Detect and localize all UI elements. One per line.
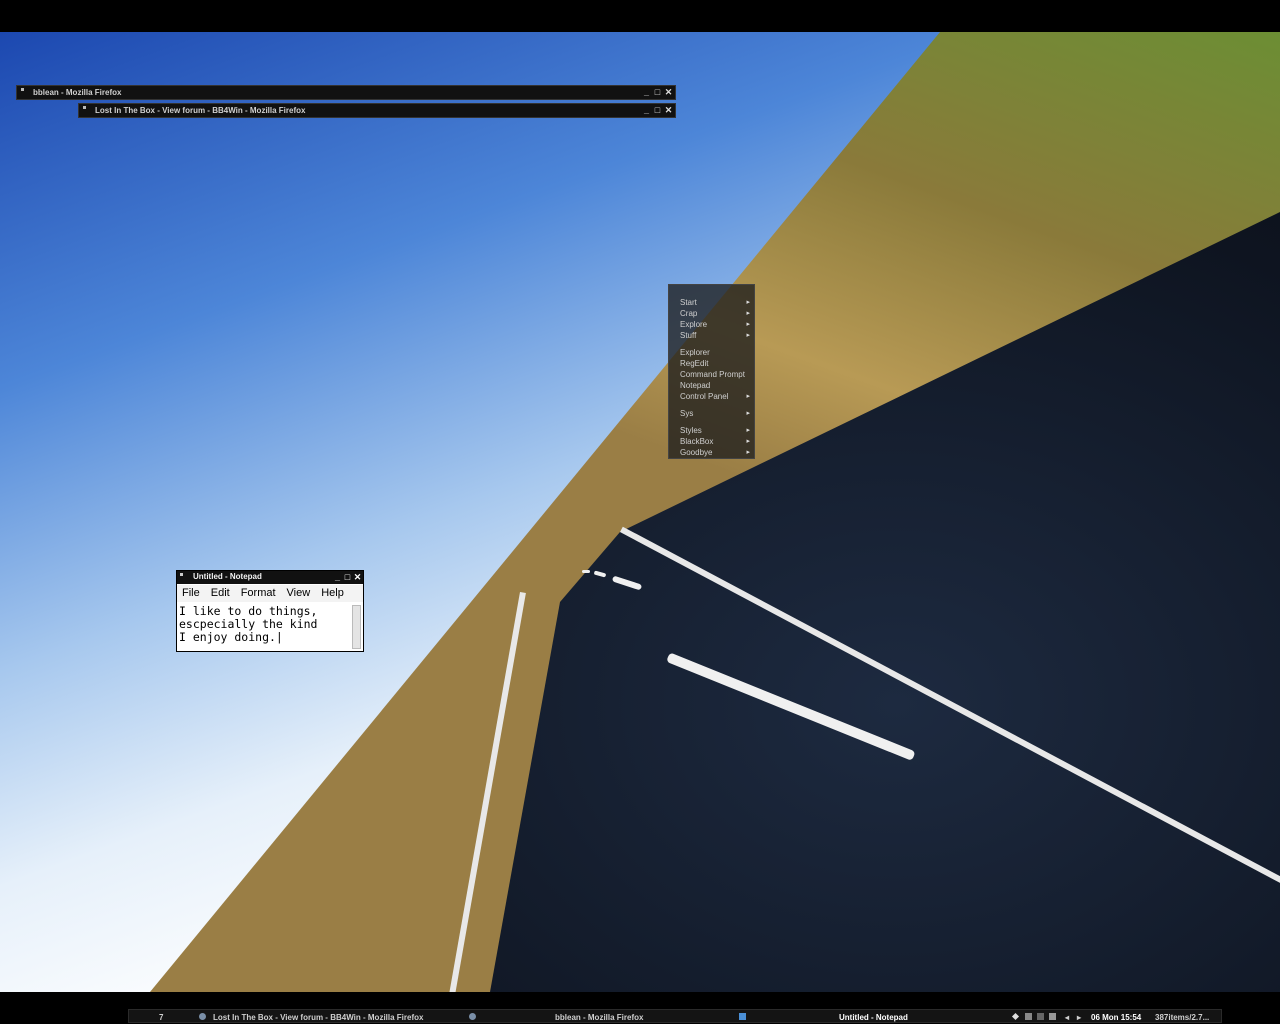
task-lost-in-the-box[interactable]: Lost In The Box - View forum - BB4Win - … (213, 1013, 423, 1022)
menu-item-styles[interactable]: Styles ▸ (680, 425, 754, 436)
menu-item-explore[interactable]: Explore ▸ (680, 319, 754, 330)
submenu-arrow-icon: ▸ (746, 310, 750, 317)
menu-item-command-prompt[interactable]: Command Prompt (680, 369, 754, 380)
notepad-window[interactable]: Untitled - Notepad _ □ ✕ File Edit Forma… (176, 570, 364, 652)
firefox-window-bblean[interactable]: bblean - Mozilla Firefox _ □ ✕ (16, 85, 676, 100)
menu-item-label: BlackBox (680, 437, 714, 446)
menu-item-label: Explore (680, 320, 708, 329)
maximize-button[interactable]: □ (653, 105, 662, 116)
menu-edit[interactable]: Edit (211, 585, 230, 602)
submenu-arrow-icon: ▸ (746, 438, 750, 445)
menu-item-notepad[interactable]: Notepad (680, 380, 754, 391)
menu-item-label: Sys (680, 409, 694, 418)
menu-item-control-panel[interactable]: Control Panel ▸ (680, 391, 754, 402)
minimize-button[interactable]: _ (642, 87, 651, 98)
firefox-icon (199, 1013, 206, 1020)
close-button[interactable]: ✕ (664, 105, 673, 116)
workspace-prev-button[interactable]: ◂ (1065, 1013, 1069, 1022)
firefox-icon (469, 1013, 476, 1020)
close-button[interactable]: ✕ (664, 87, 673, 98)
menu-item-start[interactable]: Start ▸ (680, 297, 754, 308)
minimize-button[interactable]: _ (333, 571, 342, 584)
task-bblean[interactable]: bblean - Mozilla Firefox (555, 1013, 643, 1022)
menu-item-label: Explorer (680, 348, 710, 357)
vertical-scrollbar[interactable] (352, 605, 361, 649)
submenu-arrow-icon: ▸ (746, 393, 750, 400)
menu-format[interactable]: Format (241, 585, 276, 602)
workspace-next-button[interactable]: ▸ (1077, 1013, 1081, 1022)
notepad-text-area[interactable]: I like to do things, escpecially the kin… (179, 605, 351, 649)
window-title: bblean - Mozilla Firefox (33, 88, 122, 97)
tray-app-icon[interactable] (1049, 1013, 1056, 1020)
menu-item-label: Crap (680, 309, 698, 318)
menu-view[interactable]: View (287, 585, 311, 602)
submenu-arrow-icon: ▸ (746, 299, 750, 306)
submenu-arrow-icon: ▸ (746, 427, 750, 434)
menu-item-blackbox[interactable]: BlackBox ▸ (680, 436, 754, 447)
menu-item-goodbye[interactable]: Goodbye ▸ (680, 447, 754, 458)
submenu-arrow-icon: ▸ (746, 332, 750, 339)
window-menu-icon[interactable] (83, 106, 86, 109)
notepad-menubar: File Edit Format View Help (177, 585, 363, 602)
window-menu-icon[interactable] (21, 88, 24, 91)
window-title: Lost In The Box - View forum - BB4Win - … (95, 106, 306, 115)
system-status: 387items/2.7... (1155, 1013, 1210, 1022)
menu-item-crap[interactable]: Crap ▸ (680, 308, 754, 319)
menu-item-label: Stuff (680, 331, 697, 340)
menu-item-stuff[interactable]: Stuff ▸ (680, 330, 754, 341)
menu-item-explorer[interactable]: Explorer (680, 347, 754, 358)
notepad-icon (739, 1013, 746, 1020)
menu-item-label: Goodbye (680, 448, 713, 457)
menu-help[interactable]: Help (321, 585, 344, 602)
tray-diamond-icon[interactable] (1011, 1012, 1020, 1021)
tray-network-icon[interactable] (1037, 1013, 1044, 1020)
workspace-label[interactable]: 7 (159, 1013, 163, 1022)
menu-item-label: Command Prompt (680, 370, 745, 379)
clock: 06 Mon 15:54 (1091, 1013, 1142, 1022)
menu-item-label: RegEdit (680, 359, 709, 368)
menu-item-label: Notepad (680, 381, 711, 390)
firefox-window-lost-in-the-box[interactable]: Lost In The Box - View forum - BB4Win - … (78, 103, 676, 118)
maximize-button[interactable]: □ (343, 571, 352, 584)
maximize-button[interactable]: □ (653, 87, 662, 98)
menu-file[interactable]: File (182, 585, 200, 602)
window-title: Untitled - Notepad (193, 572, 262, 581)
menu-item-label: Styles (680, 426, 702, 435)
top-black-bar (0, 0, 1280, 32)
taskbar: 7 Lost In The Box - View forum - BB4Win … (0, 1008, 1280, 1024)
menu-item-regedit[interactable]: RegEdit (680, 358, 754, 369)
root-menu[interactable]: Start ▸ Crap ▸ Explore ▸ Stuff ▸ Explorer Re… (668, 284, 755, 459)
submenu-arrow-icon: ▸ (746, 321, 750, 328)
task-notepad[interactable]: Untitled - Notepad (839, 1013, 908, 1022)
menu-item-sys[interactable]: Sys ▸ (680, 408, 754, 419)
desktop-wallpaper[interactable] (0, 32, 1280, 992)
taskbar-panel: 7 Lost In The Box - View forum - BB4Win … (128, 1009, 1222, 1023)
close-button[interactable]: ✕ (353, 571, 362, 584)
menu-item-label: Start (680, 298, 697, 307)
submenu-arrow-icon: ▸ (746, 410, 750, 417)
notepad-title-bar[interactable]: Untitled - Notepad _ □ ✕ (177, 571, 363, 584)
minimize-button[interactable]: _ (642, 105, 651, 116)
menu-item-label: Control Panel (680, 392, 729, 401)
tray-volume-icon[interactable] (1025, 1013, 1032, 1020)
window-menu-icon[interactable] (180, 573, 183, 576)
submenu-arrow-icon: ▸ (746, 449, 750, 456)
road-dash (582, 570, 590, 573)
